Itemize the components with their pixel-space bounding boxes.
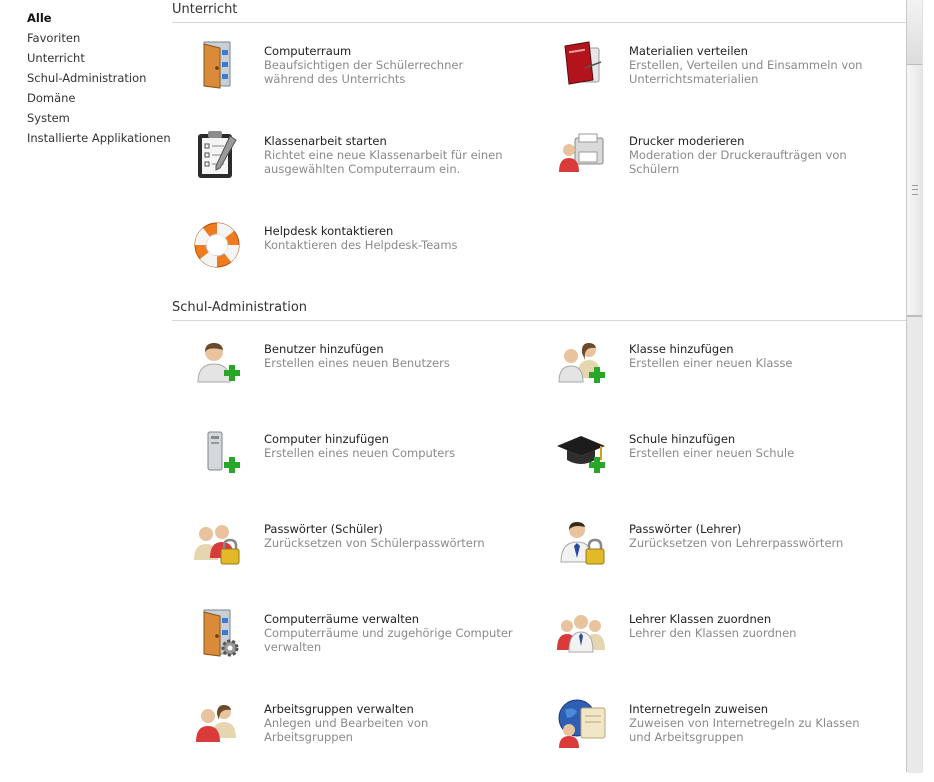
category-system[interactable]: System xyxy=(27,108,167,128)
module-name: Schule hinzufügen xyxy=(629,432,736,446)
module-description: Erstellen eines neuen Computers xyxy=(264,446,456,460)
module-name: Computerraum xyxy=(264,44,352,58)
door-computer-icon xyxy=(190,38,244,92)
module-internetregeln-zuweisen[interactable]: Internetregeln zuweisen Zuweisen von Int… xyxy=(537,699,877,782)
group-add-icon xyxy=(555,336,609,390)
module-lehrer-klassen-zuordnen[interactable]: Lehrer Klassen zuordnen Lehrer den Klass… xyxy=(537,612,877,692)
category-sidebar: Alle Favoriten Unterricht Schul-Administ… xyxy=(27,8,171,148)
module-name: Passwörter (Lehrer) xyxy=(629,522,742,536)
module-name: Benutzer hinzufügen xyxy=(264,342,384,356)
graduation-cap-add-icon xyxy=(555,426,609,480)
module-description: Zurücksetzen von Schülerpasswörtern xyxy=(264,536,485,550)
module-name: Klassenarbeit starten xyxy=(264,134,387,148)
module-drucker-moderieren[interactable]: Drucker moderieren Moderation der Drucke… xyxy=(537,133,877,214)
scrollbar-grip-icon xyxy=(912,185,918,195)
scrollbar-track[interactable] xyxy=(907,316,922,773)
module-description: Computerräume und zugehörige Computer ve… xyxy=(264,626,513,654)
module-name: Klasse hinzufügen xyxy=(629,342,734,356)
workgroup-icon xyxy=(190,696,244,750)
scrollbar-thumb[interactable] xyxy=(907,64,922,316)
teachers-classes-icon xyxy=(555,606,609,660)
module-description: Lehrer den Klassen zuordnen xyxy=(629,626,797,640)
module-name: Lehrer Klassen zuordnen xyxy=(629,612,772,626)
scrollbar-top-area[interactable] xyxy=(907,0,922,65)
category-school-administration[interactable]: Schul-Administration xyxy=(27,68,167,88)
globe-rules-icon xyxy=(555,696,609,750)
module-benutzer-hinzufuegen[interactable]: Benutzer hinzufügen Erstellen eines neue… xyxy=(172,342,512,422)
module-klassenarbeit-starten[interactable]: Klassenarbeit starten Richtet eine neue … xyxy=(172,131,512,214)
module-computerraeume-verwalten[interactable]: Computerräume verwalten Computerräume un… xyxy=(172,609,513,692)
module-computerraum[interactable]: Computerraum Beaufsichtigen der Schülerr… xyxy=(172,41,512,124)
module-passwoerter-schueler[interactable]: Passwörter (Schüler) Zurücksetzen von Sc… xyxy=(172,522,512,602)
module-description: Beaufsichtigen der Schülerrechner währen… xyxy=(264,58,464,86)
module-name: Arbeitsgruppen verwalten xyxy=(264,702,414,716)
computer-add-icon xyxy=(190,426,244,480)
category-all[interactable]: Alle xyxy=(27,8,167,28)
category-favorites[interactable]: Favoriten xyxy=(27,28,167,48)
module-name: Helpdesk kontaktieren xyxy=(264,224,394,238)
module-name: Computer hinzufügen xyxy=(264,432,389,446)
module-description: Erstellen, Verteilen und Einsammeln von … xyxy=(629,58,863,86)
module-description: Richtet eine neue Klassenarbeit für eine… xyxy=(264,148,503,176)
teacher-lock-icon xyxy=(555,516,609,570)
module-description: Erstellen einer neuen Klasse xyxy=(629,356,793,370)
module-description: Zurücksetzen von Lehrerpasswörtern xyxy=(629,536,844,550)
printer-user-icon xyxy=(555,128,609,182)
module-overview: Unterricht Computerraum Beaufsichtigen d… xyxy=(172,0,906,772)
module-name: Drucker moderieren xyxy=(629,134,745,148)
category-teaching[interactable]: Unterricht xyxy=(27,48,167,68)
module-helpdesk-kontaktieren[interactable]: Helpdesk kontaktieren Kontaktieren des H… xyxy=(172,222,512,304)
module-materialien-verteilen[interactable]: Materialien verteilen Erstellen, Verteil… xyxy=(537,41,877,124)
module-schule-hinzufuegen[interactable]: Schule hinzufügen Erstellen einer neuen … xyxy=(537,432,877,512)
module-description: Anlegen und Bearbeiten von Arbeitsgruppe… xyxy=(264,716,429,744)
lifebuoy-icon xyxy=(190,218,244,272)
category-domain[interactable]: Domäne xyxy=(27,88,167,108)
module-passwoerter-lehrer[interactable]: Passwörter (Lehrer) Zurücksetzen von Leh… xyxy=(537,522,877,602)
module-computer-hinzufuegen[interactable]: Computer hinzufügen Erstellen eines neue… xyxy=(172,431,512,512)
module-name: Internetregeln zuweisen xyxy=(629,702,769,716)
vertical-scrollbar[interactable] xyxy=(906,0,923,773)
module-description: Erstellen eines neuen Benutzers xyxy=(264,356,450,370)
book-icon xyxy=(555,38,609,92)
module-klasse-hinzufuegen[interactable]: Klasse hinzufügen Erstellen einer neuen … xyxy=(537,342,877,422)
door-gear-icon xyxy=(190,606,244,660)
module-name: Passwörter (Schüler) xyxy=(264,522,383,536)
user-add-icon xyxy=(190,336,244,390)
students-lock-icon xyxy=(190,516,244,570)
module-description: Zuweisen von Internetregeln zu Klassen u… xyxy=(629,716,860,744)
module-description: Kontaktieren des Helpdesk-Teams xyxy=(264,238,458,252)
category-installed-apps[interactable]: Installierte Applikationen xyxy=(27,128,171,148)
module-arbeitsgruppen-verwalten[interactable]: Arbeitsgruppen verwalten Anlegen und Bea… xyxy=(172,702,512,782)
section-title-school-administration: Schul-Administration xyxy=(172,298,906,321)
module-name: Computerräume verwalten xyxy=(264,612,420,626)
module-description: Erstellen einer neuen Schule xyxy=(629,446,795,460)
module-description: Moderation der Druckeraufträgen von Schü… xyxy=(629,148,847,176)
clipboard-icon xyxy=(190,128,244,182)
module-name: Materialien verteilen xyxy=(629,44,748,58)
section-title-teaching: Unterricht xyxy=(172,0,906,23)
